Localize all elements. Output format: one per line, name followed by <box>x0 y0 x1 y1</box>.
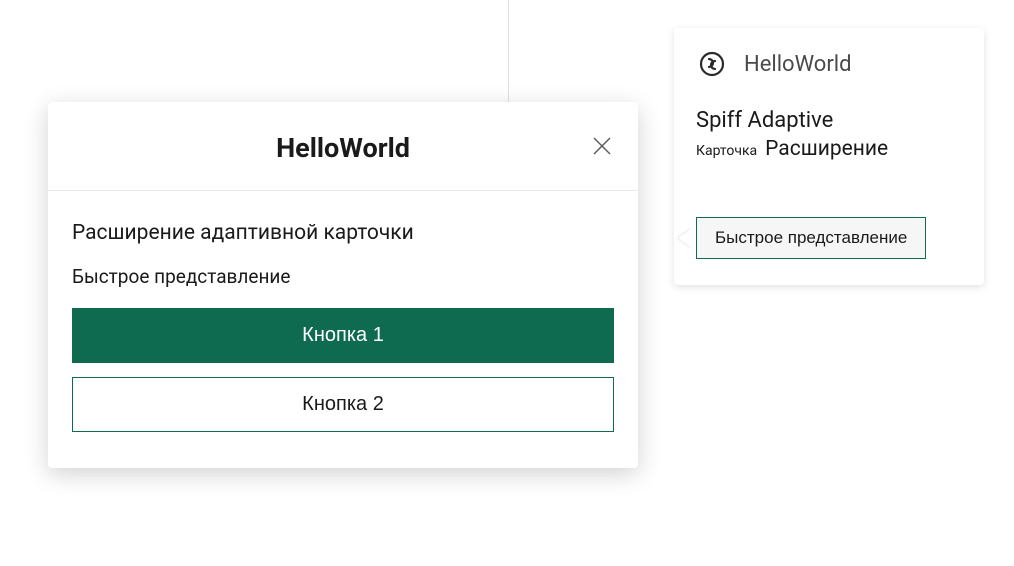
close-icon[interactable] <box>590 134 614 158</box>
adaptive-card-preview: HelloWorld Spiff Adaptive Карточка Расши… <box>674 28 984 285</box>
modal-header: HelloWorld <box>48 102 638 191</box>
button-1[interactable]: Кнопка 1 <box>72 308 614 363</box>
card-line2: Карточка Расширение <box>696 137 962 161</box>
modal-subtitle: Быстрое представление <box>72 265 614 288</box>
card-title: HelloWorld <box>744 52 852 77</box>
modal-description: Расширение адаптивной карточки <box>72 221 614 245</box>
callout-pointer-icon <box>678 228 692 248</box>
card-line1: Spiff Adaptive <box>696 108 962 133</box>
card-header: HelloWorld <box>696 48 962 80</box>
modal-title: HelloWorld <box>276 132 410 164</box>
link-chain-icon <box>696 48 728 80</box>
card-line2-prefix: Карточка <box>696 143 757 159</box>
button-2[interactable]: Кнопка 2 <box>72 377 614 432</box>
quick-view-modal: HelloWorld Расширение адаптивной карточк… <box>48 102 638 468</box>
modal-body: Расширение адаптивной карточки Быстрое п… <box>48 191 638 468</box>
quick-view-button[interactable]: Быстрое представление <box>696 217 926 259</box>
card-line2-main: Расширение <box>765 137 888 161</box>
